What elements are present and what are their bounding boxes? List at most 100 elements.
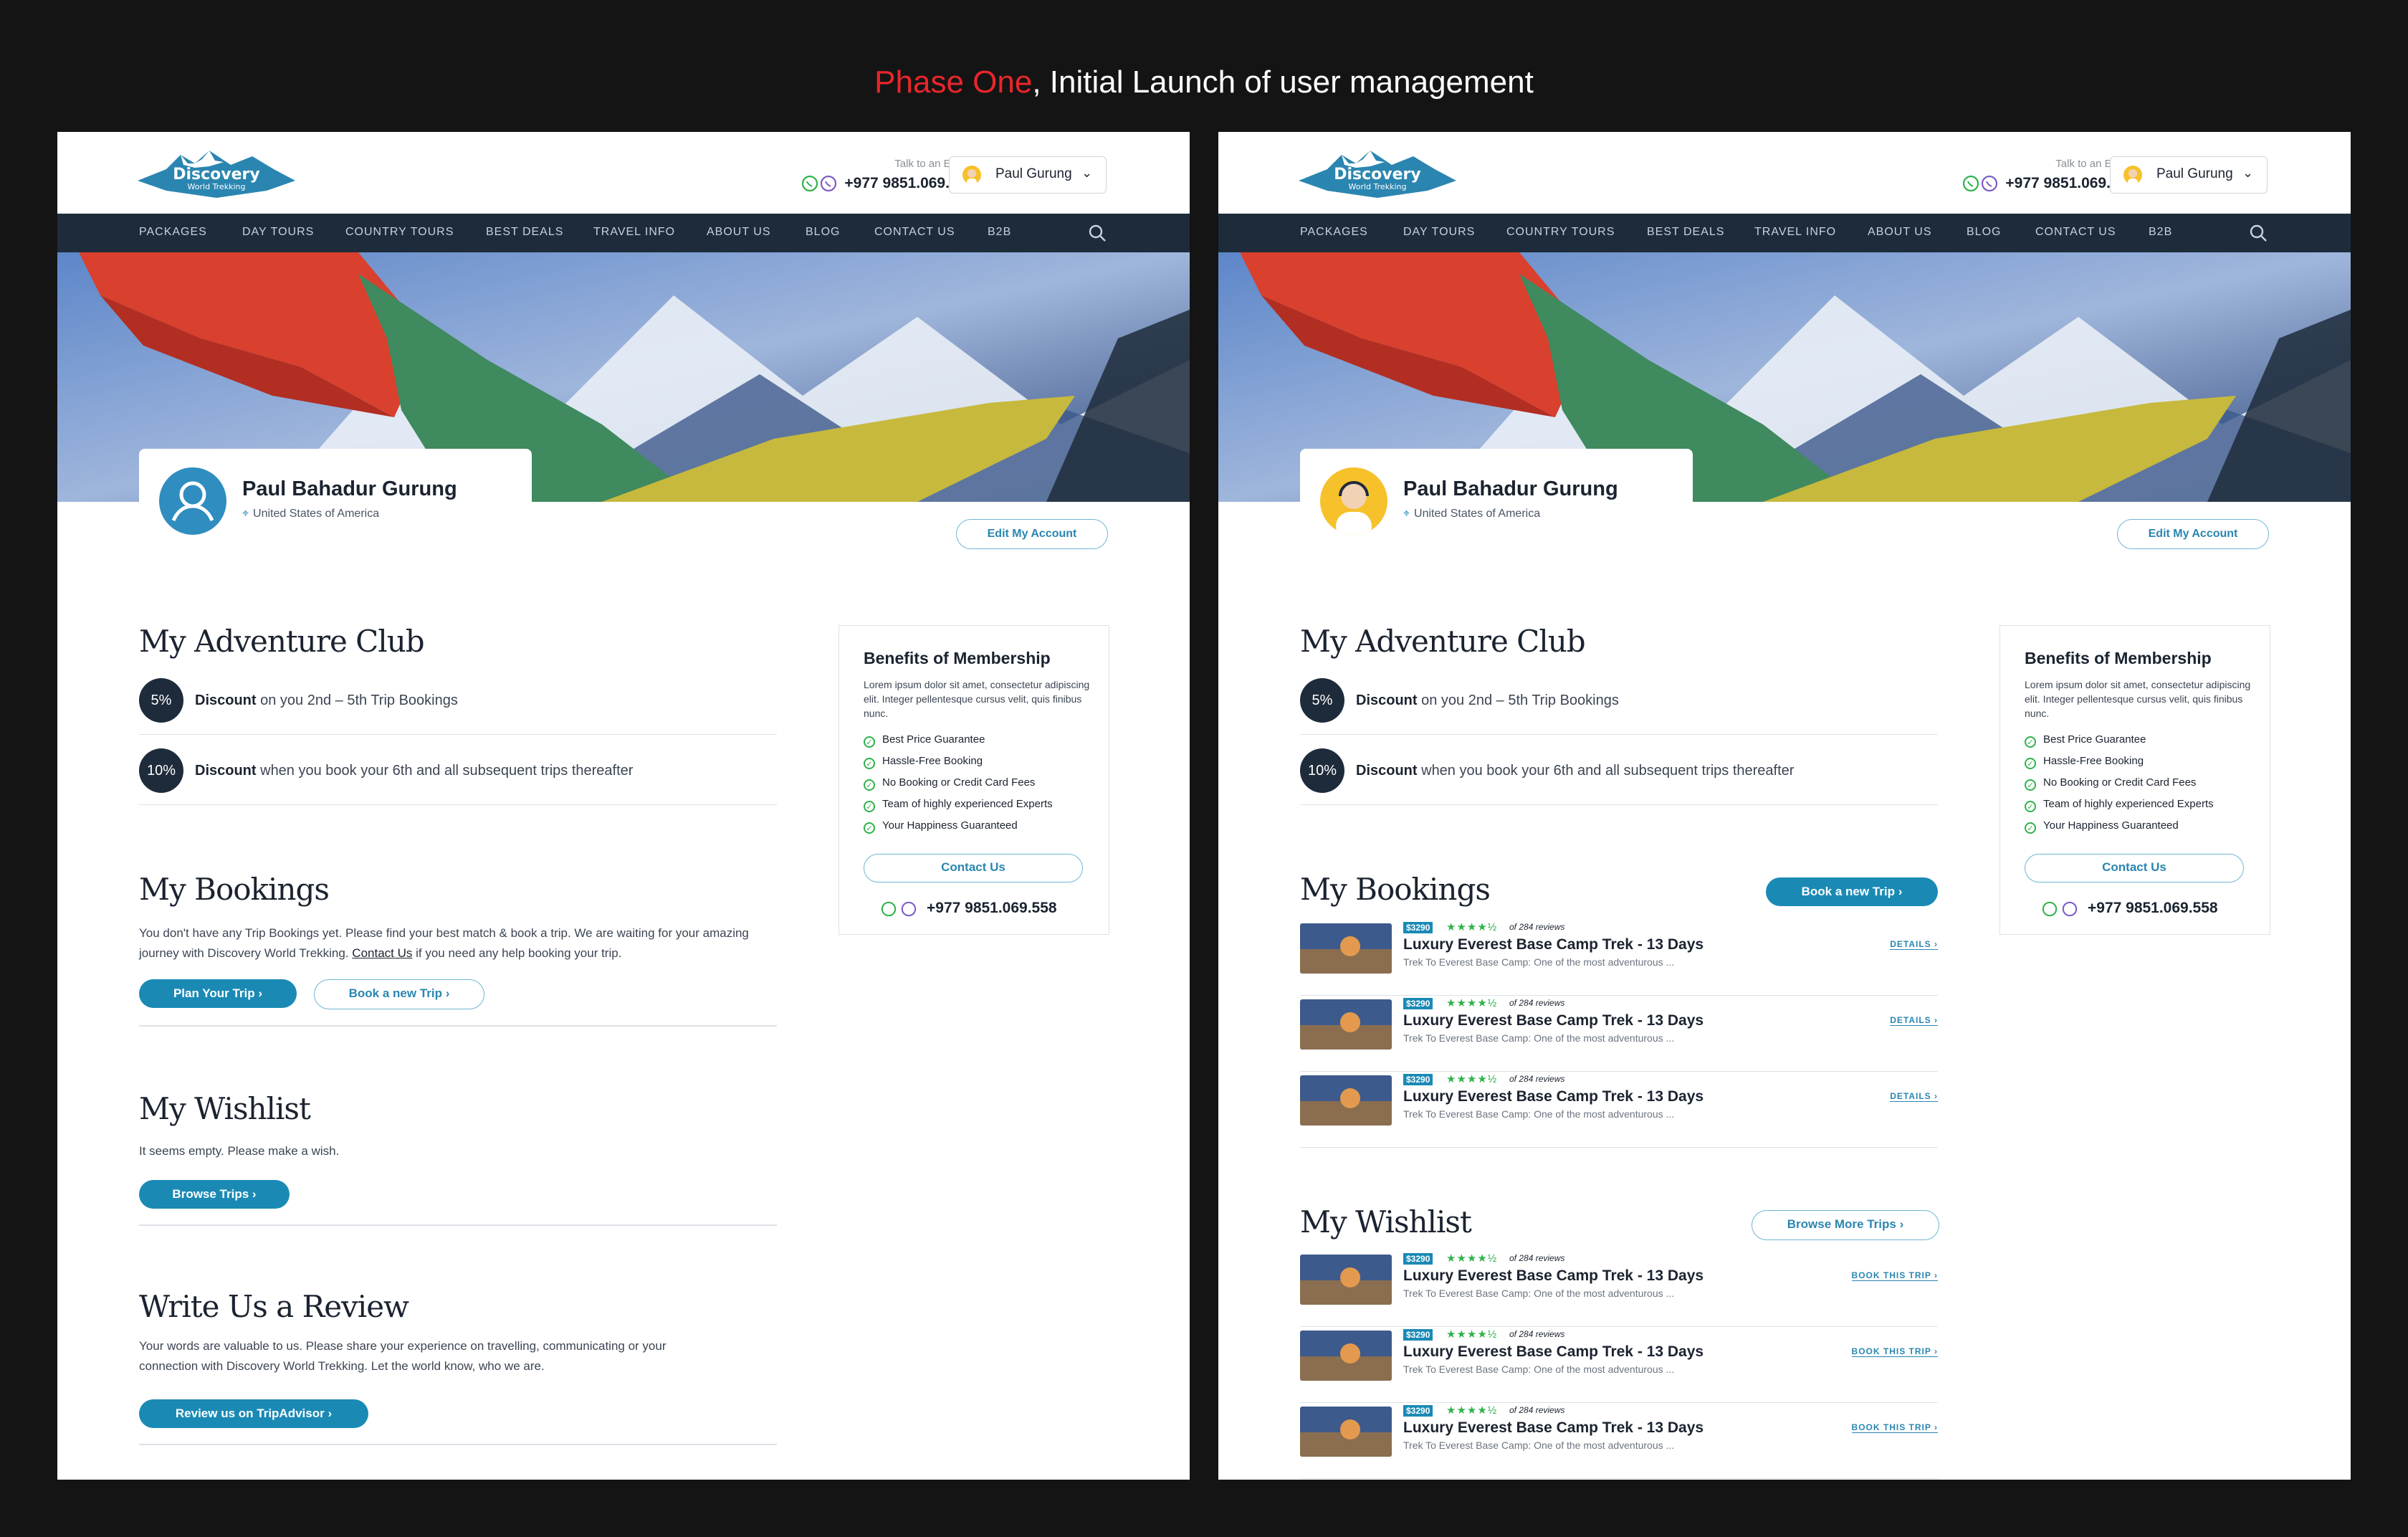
contact-us-button[interactable]: Contact Us (2025, 854, 2244, 882)
star-rating-icon: ★★★★½ (1446, 1252, 1498, 1265)
discount-badge: 10% (1300, 748, 1344, 793)
plan-trip-button[interactable]: Plan Your Trip › (139, 979, 297, 1008)
whatsapp-icon (1962, 175, 1979, 192)
trip-title[interactable]: Luxury Everest Base Camp Trek - 13 Days (1403, 1343, 1704, 1361)
benefits-phone[interactable]: +977 9851.069.558 (927, 900, 1057, 917)
trip-thumbnail[interactable] (1300, 999, 1392, 1050)
user-name: Paul Gurung (995, 166, 1072, 181)
book-new-trip-button[interactable]: Book a new Trip › (1766, 877, 1938, 906)
search-icon[interactable] (1088, 224, 1107, 242)
nav-packages[interactable]: PACKAGES (1300, 226, 1368, 239)
browse-trips-button[interactable]: Browse Trips › (139, 1180, 290, 1209)
discount-text: Discount on you 2nd – 5th Trip Bookings (195, 693, 458, 709)
check-icon: ✓ (2025, 801, 2036, 812)
edit-account-button[interactable]: Edit My Account (2117, 519, 2269, 549)
trip-row: $3290 ★★★★½ of 284 reviews Luxury Everes… (1300, 996, 1938, 1072)
nav-day-tours[interactable]: DAY TOURS (242, 226, 314, 239)
profile-avatar[interactable] (1320, 467, 1387, 535)
nav-packages[interactable]: PACKAGES (139, 226, 207, 239)
trip-thumbnail[interactable] (1300, 1255, 1392, 1305)
trip-thumbnail[interactable] (1300, 1075, 1392, 1126)
nav-blog[interactable]: BLOG (806, 226, 840, 239)
nav-b2b[interactable]: B2B (2149, 226, 2172, 239)
profile-location: ⌖ United States of America (242, 508, 379, 520)
nav-country-tours[interactable]: COUNTRY TOURS (1506, 226, 1615, 239)
trip-link[interactable]: DETAILS › (1890, 1015, 1938, 1026)
nav-contact-us[interactable]: CONTACT US (2035, 226, 2116, 239)
discount-desc: when you book your 6th and all subsequen… (1417, 763, 1795, 779)
check-icon: ✓ (2025, 779, 2036, 791)
nav-about-us[interactable]: ABOUT US (1868, 226, 1932, 239)
nav-best-deals[interactable]: BEST DEALS (486, 226, 563, 239)
trip-row: $3290 ★★★★½ of 284 reviews Luxury Everes… (1300, 1328, 1938, 1403)
benefits-title: Benefits of Membership (864, 649, 1051, 667)
trip-link[interactable]: BOOK THIS TRIP › (1851, 1346, 1938, 1357)
profile-name: Paul Bahadur Gurung (1403, 477, 1618, 500)
chevron-down-icon: ⌄ (1081, 166, 1093, 180)
discount-row: 10% Discount when you book your 6th and … (1300, 741, 1938, 805)
wishlist-empty-text: It seems empty. Please make a wish. (139, 1144, 340, 1158)
user-avatar (962, 166, 981, 184)
nav-travel-info[interactable]: TRAVEL INFO (1754, 226, 1836, 239)
user-menu-button[interactable]: Paul Gurung ⌄ (949, 156, 1107, 194)
check-icon: ✓ (864, 758, 875, 769)
nav-travel-info[interactable]: TRAVEL INFO (593, 226, 675, 239)
browse-more-trips-button[interactable]: Browse More Trips › (1752, 1210, 1939, 1240)
search-icon[interactable] (2249, 224, 2268, 242)
trip-link[interactable]: BOOK THIS TRIP › (1851, 1270, 1938, 1281)
discount-desc: when you book your 6th and all subsequen… (256, 763, 634, 779)
tripadvisor-review-button[interactable]: Review us on TripAdvisor › (139, 1399, 368, 1428)
trip-desc: Trek To Everest Base Camp: One of the mo… (1403, 1440, 1675, 1451)
nav-b2b[interactable]: B2B (988, 226, 1011, 239)
star-rating-icon: ★★★★½ (1446, 1328, 1498, 1341)
trip-price: $3290 (1403, 1253, 1433, 1265)
trip-desc: Trek To Everest Base Camp: One of the mo… (1403, 1032, 1675, 1044)
benefit-item: ✓ No Booking or Credit Card Fees (864, 776, 1035, 791)
trip-price: $3290 (1403, 922, 1433, 933)
trip-thumbnail[interactable] (1300, 923, 1392, 974)
nav-about-us[interactable]: ABOUT US (707, 226, 771, 239)
user-menu-button[interactable]: Paul Gurung ⌄ (2110, 156, 2268, 194)
adventure-club-title: My Adventure Club (139, 624, 425, 659)
discount-desc: on you 2nd – 5th Trip Bookings (256, 693, 458, 708)
contact-us-button[interactable]: Contact Us (864, 854, 1083, 882)
trip-title[interactable]: Luxury Everest Base Camp Trek - 13 Days (1403, 1419, 1704, 1437)
book-new-trip-button[interactable]: Book a new Trip › (314, 979, 484, 1009)
discount-row: 10% Discount when you book your 6th and … (139, 741, 777, 805)
trip-review-count: of 284 reviews (1509, 1405, 1565, 1415)
trip-link[interactable]: DETAILS › (1890, 939, 1938, 950)
edit-account-button[interactable]: Edit My Account (956, 519, 1108, 549)
trip-link[interactable]: BOOK THIS TRIP › (1851, 1422, 1938, 1433)
discount-bold: Discount (195, 693, 257, 708)
trip-thumbnail[interactable] (1300, 1407, 1392, 1457)
user-avatar (2123, 166, 2142, 184)
trip-link[interactable]: DETAILS › (1890, 1091, 1938, 1102)
profile-avatar[interactable] (159, 467, 226, 535)
nav-country-tours[interactable]: COUNTRY TOURS (345, 226, 454, 239)
trip-desc: Trek To Everest Base Camp: One of the mo… (1403, 1364, 1675, 1375)
trip-thumbnail[interactable] (1300, 1331, 1392, 1381)
benefits-desc: Lorem ipsum dolor sit amet, consectetur … (864, 679, 1090, 719)
trip-desc: Trek To Everest Base Camp: One of the mo… (1403, 1108, 1675, 1120)
benefit-label: Your Happiness Guaranteed (2043, 819, 2179, 832)
trip-review-count: of 284 reviews (1509, 1329, 1565, 1339)
trip-title[interactable]: Luxury Everest Base Camp Trek - 13 Days (1403, 1267, 1704, 1285)
benefit-item: ✓ Hassle-Free Booking (2025, 755, 2144, 769)
trip-title[interactable]: Luxury Everest Base Camp Trek - 13 Days (1403, 936, 1704, 953)
divider (139, 1025, 777, 1027)
nav-blog[interactable]: BLOG (1967, 226, 2001, 239)
trip-title[interactable]: Luxury Everest Base Camp Trek - 13 Days (1403, 1012, 1704, 1029)
discount-text: Discount on you 2nd – 5th Trip Bookings (1356, 693, 1619, 709)
logo-bottom-text: World Trekking (1349, 182, 1407, 191)
trip-title[interactable]: Luxury Everest Base Camp Trek - 13 Days (1403, 1088, 1704, 1105)
trip-row: $3290 ★★★★½ of 284 reviews Luxury Everes… (1300, 1252, 1938, 1327)
nav-day-tours[interactable]: DAY TOURS (1403, 226, 1475, 239)
benefits-phone[interactable]: +977 9851.069.558 (2088, 900, 2218, 917)
nav-contact-us[interactable]: CONTACT US (874, 226, 955, 239)
discount-bold: Discount (195, 763, 257, 779)
nav-best-deals[interactable]: BEST DEALS (1647, 226, 1724, 239)
logo-top-text: Discovery (1334, 166, 1421, 184)
discovery-logo[interactable]: Discovery World Trekking (138, 148, 295, 202)
contact-us-link[interactable]: Contact Us (352, 946, 412, 960)
discovery-logo[interactable]: Discovery World Trekking (1299, 148, 1456, 202)
